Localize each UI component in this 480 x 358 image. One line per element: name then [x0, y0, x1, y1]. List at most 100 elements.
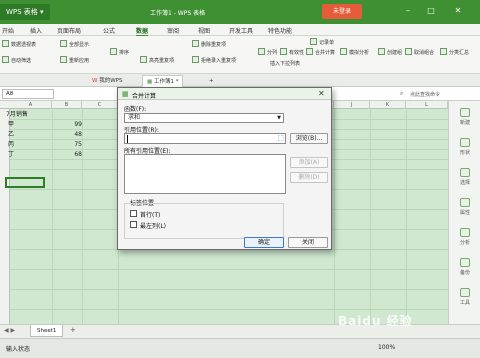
group-icon — [378, 48, 385, 55]
panel-select[interactable]: 选择 — [453, 167, 477, 189]
left-column-checkbox[interactable] — [130, 221, 137, 228]
tab-workbook[interactable]: ▦ 工作簿1 * — [142, 75, 184, 87]
grid-line — [82, 109, 83, 324]
cell-a5[interactable]: 丁 — [8, 150, 14, 160]
cell-b3[interactable]: 48 — [40, 130, 82, 140]
panel-new[interactable]: 新建 — [453, 107, 477, 129]
menu-home[interactable]: 开始 — [2, 26, 14, 35]
menu-review[interactable]: 审阅 — [167, 26, 179, 35]
cell-a1[interactable]: 7月销售 — [6, 110, 28, 120]
ribbon-dropdown[interactable]: 插入下拉列表 — [270, 60, 300, 67]
add-button[interactable]: 添加(A) — [290, 157, 328, 168]
panel-shape[interactable]: 形状 — [453, 137, 477, 159]
dialog-close-icon[interactable]: ✕ — [318, 89, 325, 98]
sheet-icon: ▦ — [147, 79, 154, 85]
name-box[interactable]: A8 — [2, 89, 54, 99]
menu-data[interactable]: 数据 — [136, 26, 149, 36]
cell-b5[interactable]: 68 — [40, 150, 82, 160]
analysis-icon — [460, 228, 470, 237]
ribbon-remove-dup[interactable]: 删除重复项 — [192, 40, 226, 48]
range-picker-icon[interactable]: ⬚ — [277, 134, 284, 142]
close-icon[interactable]: ✕ — [452, 5, 464, 17]
split-icon — [258, 48, 265, 55]
record-icon — [310, 38, 317, 45]
menu-view[interactable]: 视图 — [198, 26, 210, 35]
menu-features[interactable]: 特色功能 — [268, 26, 292, 35]
selected-cell[interactable] — [5, 177, 45, 188]
cell-a2[interactable]: 甲 — [8, 120, 14, 130]
browse-button[interactable]: 浏览(B)... — [290, 133, 328, 144]
ribbon-reapply[interactable]: 重新应用 — [60, 56, 89, 64]
consolidate-dialog: ▦ 合并计算 ✕ 函数(F): 求和 ▼ 引用位置(R): ⬚ 浏览(B)...… — [117, 87, 332, 250]
sheet-nav-icon[interactable]: ◀ ▶ — [4, 327, 15, 334]
column-header[interactable]: L — [406, 101, 448, 109]
select-icon — [460, 168, 470, 177]
reference-input[interactable]: ⬚ — [124, 133, 286, 144]
ribbon-pivot[interactable]: 数据透视表 — [2, 40, 36, 48]
ribbon-ungroup[interactable]: 取消组合 — [405, 48, 434, 56]
consolidate-icon — [306, 48, 313, 55]
ribbon-subtotal[interactable]: 分类汇总 — [440, 48, 469, 56]
close-button[interactable]: 关闭 — [288, 237, 328, 248]
ribbon-split[interactable]: 分列 — [258, 48, 277, 56]
panel-tools[interactable]: 工具 — [453, 287, 477, 309]
tab-my-wps[interactable]: W 我的WPS — [88, 75, 126, 87]
new-icon — [460, 108, 470, 117]
top-row-checkbox[interactable] — [130, 210, 137, 217]
maximize-icon[interactable]: □ — [425, 5, 437, 17]
panel-backup[interactable]: 备份 — [453, 257, 477, 279]
add-tab-button[interactable]: + — [205, 75, 218, 87]
column-header[interactable]: J — [334, 101, 370, 109]
panel-properties[interactable]: 属性 — [453, 197, 477, 219]
panel-analysis[interactable]: 分析 — [453, 227, 477, 249]
sheet-tab[interactable]: Sheet1 — [30, 325, 64, 337]
ok-button[interactable]: 确定 — [244, 237, 284, 248]
ribbon-what-if[interactable]: 模拟分析 — [340, 48, 369, 56]
shape-icon — [460, 138, 470, 147]
menu-page-layout[interactable]: 页面布局 — [57, 26, 81, 35]
menu-developer[interactable]: 开发工具 — [229, 26, 253, 35]
highlight-icon — [140, 56, 147, 63]
login-button[interactable]: 未登录 — [322, 4, 362, 19]
all-references-list[interactable] — [124, 154, 286, 194]
cell-b2[interactable]: 99 — [40, 120, 82, 130]
right-task-pane: 新建 形状 选择 属性 分析 备份 工具 — [448, 101, 480, 324]
minimize-icon[interactable]: – — [402, 5, 414, 17]
cell-b4[interactable]: 75 — [40, 140, 82, 150]
zoom-level[interactable]: 100% — [378, 344, 395, 351]
add-sheet-button[interactable]: + — [70, 326, 76, 334]
delete-button[interactable]: 删除(D) — [290, 172, 328, 183]
grid-line — [334, 109, 335, 324]
ribbon-show-all[interactable]: 全部显示 — [60, 40, 89, 48]
remove-dup-icon — [192, 40, 199, 47]
ribbon-sort[interactable]: 排序 — [110, 48, 129, 56]
ribbon-record[interactable]: 记录单 — [310, 38, 334, 46]
app-menu-button[interactable]: WPS 表格 ▾ — [0, 4, 50, 20]
menu-formula[interactable]: 公式 — [103, 26, 115, 35]
ribbon-consolidate[interactable]: 合并计算 — [306, 48, 335, 56]
function-select[interactable]: 求和 ▼ — [124, 113, 284, 123]
column-header[interactable]: B — [52, 101, 82, 109]
ribbon-group[interactable]: 创建组 — [378, 48, 402, 56]
function-label: 函数(F): — [124, 106, 147, 113]
column-header[interactable]: C — [82, 101, 118, 109]
left-column-label: 最左列(L) — [140, 223, 167, 230]
column-header[interactable]: A — [10, 101, 52, 109]
cell-a3[interactable]: 乙 — [8, 130, 14, 140]
status-mode: 输入状态 — [6, 346, 31, 353]
cell-a4[interactable]: 丙 — [8, 140, 14, 150]
grid-line — [370, 109, 371, 324]
reapply-icon — [60, 56, 67, 63]
ribbon-highlight-dup[interactable]: 高亮重复项 — [140, 56, 174, 64]
dialog-app-icon: ▦ — [122, 90, 129, 98]
window-title: 工作簿1 - WPS 表格 — [150, 10, 206, 17]
pivot-icon — [2, 40, 9, 47]
column-header[interactable]: K — [370, 101, 406, 109]
ribbon-reject-dup[interactable]: 拒绝录入重复项 — [192, 56, 236, 64]
menu-insert[interactable]: 插入 — [30, 26, 42, 35]
search-icon: ⌕ — [400, 90, 404, 97]
filter-icon — [2, 56, 9, 63]
command-search[interactable]: 点此查找命令 — [410, 91, 440, 98]
ribbon-validation[interactable]: 有效性 — [280, 48, 304, 56]
ribbon-autofilter[interactable]: 自动筛选 — [2, 56, 31, 64]
